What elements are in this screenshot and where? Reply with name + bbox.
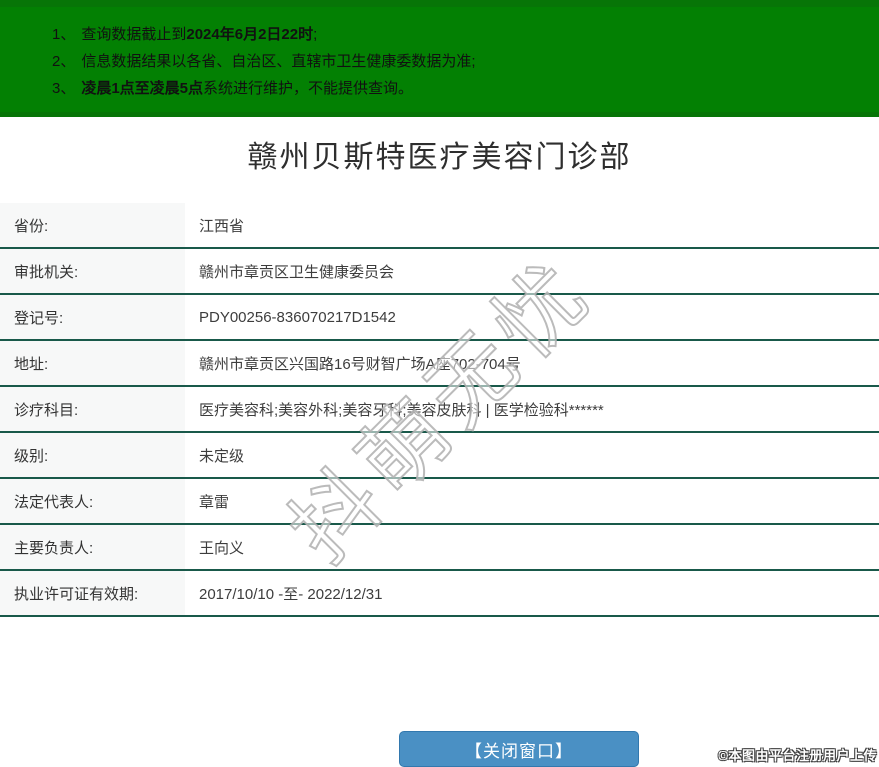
table-row: 级别:未定级 xyxy=(0,433,879,479)
row-label: 省份: xyxy=(0,203,185,247)
corner-watermark: ©本图由平台注册用户上传 xyxy=(718,745,877,764)
row-value: PDY00256-836070217D1542 xyxy=(185,295,879,339)
info-table: 省份:江西省审批机关:赣州市章贡区卫生健康委员会登记号:PDY00256-836… xyxy=(0,203,879,617)
notice-text: 信息数据结果以各省、自治区、直辖市卫生健康委数据为准; xyxy=(81,53,475,70)
row-label: 级别: xyxy=(0,433,185,477)
row-value: 赣州市章贡区卫生健康委员会 xyxy=(185,249,879,293)
row-label: 法定代表人: xyxy=(0,479,185,523)
row-label: 主要负责人: xyxy=(0,525,185,569)
row-label: 登记号: xyxy=(0,295,185,339)
row-label: 执业许可证有效期: xyxy=(0,571,185,615)
table-row: 执业许可证有效期:2017/10/10 -至- 2022/12/31 xyxy=(0,571,879,617)
table-row: 登记号:PDY00256-836070217D1542 xyxy=(0,295,879,341)
notice-number: 1、 xyxy=(52,26,75,43)
close-window-button[interactable]: 【关闭窗口】 xyxy=(399,731,639,767)
notice-line: 1、查询数据截止到2024年6月2日22时; xyxy=(52,21,869,48)
notice-text: 2024年6月2日22时 xyxy=(186,26,313,43)
row-value: 2017/10/10 -至- 2022/12/31 xyxy=(185,571,879,615)
row-value: 王向义 xyxy=(185,525,879,569)
page-title: 赣州贝斯特医疗美容门诊部 xyxy=(0,117,879,203)
table-row: 法定代表人:章雷 xyxy=(0,479,879,525)
notice-text: 凌晨1点至凌晨5点 xyxy=(81,80,203,97)
notice-line: 3、凌晨1点至凌晨5点系统进行维护，不能提供查询。 xyxy=(52,75,869,102)
table-row: 主要负责人:王向义 xyxy=(0,525,879,571)
row-value: 未定级 xyxy=(185,433,879,477)
row-value: 章雷 xyxy=(185,479,879,523)
table-row: 审批机关:赣州市章贡区卫生健康委员会 xyxy=(0,249,879,295)
query-result-page: 1、查询数据截止到2024年6月2日22时;2、信息数据结果以各省、自治区、直辖… xyxy=(0,0,879,767)
table-row: 诊疗科目:医疗美容科;美容外科;美容牙科;美容皮肤科 | 医学检验科****** xyxy=(0,387,879,433)
row-value: 医疗美容科;美容外科;美容牙科;美容皮肤科 | 医学检验科****** xyxy=(185,387,879,431)
row-label: 审批机关: xyxy=(0,249,185,293)
notice-text: 查询数据截止到 xyxy=(81,26,186,43)
notice-text: ; xyxy=(313,26,317,43)
notice-number: 2、 xyxy=(52,53,75,70)
table-row: 地址:赣州市章贡区兴国路16号财智广场A座702-704号 xyxy=(0,341,879,387)
notice-banner: 1、查询数据截止到2024年6月2日22时;2、信息数据结果以各省、自治区、直辖… xyxy=(0,0,879,117)
notice-number: 3、 xyxy=(52,80,75,97)
row-value: 赣州市章贡区兴国路16号财智广场A座702-704号 xyxy=(185,341,879,385)
table-row: 省份:江西省 xyxy=(0,203,879,249)
row-label: 诊疗科目: xyxy=(0,387,185,431)
notice-text: 系统进行维护，不能提供查询。 xyxy=(203,80,413,97)
row-label: 地址: xyxy=(0,341,185,385)
notice-line: 2、信息数据结果以各省、自治区、直辖市卫生健康委数据为准; xyxy=(52,48,869,75)
row-value: 江西省 xyxy=(185,203,879,247)
